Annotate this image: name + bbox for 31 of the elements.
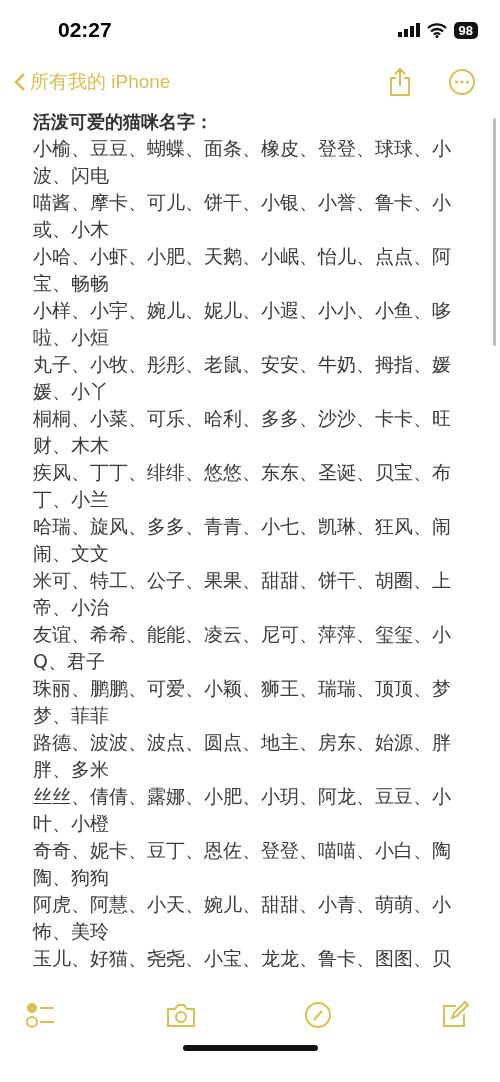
- note-title: 活泼可爱的猫咪名字：: [33, 110, 214, 134]
- note-paragraph: 小榆、豆豆、蝴蝶、面条、橡皮、登登、球球、小波、闪电: [33, 136, 452, 188]
- note-paragraph: 小哈、小虾、小肥、天鹅、小岷、怡儿、点点、阿宝、畅畅: [33, 244, 452, 296]
- markup-button[interactable]: [303, 1000, 334, 1030]
- note-paragraph: 疾风、丁丁、绯绯、悠悠、东东、圣诞、贝宝、布丁、小兰: [33, 460, 452, 512]
- note-paragraph: 路德、波波、波点、圆点、地主、房东、始源、胖胖、多米: [33, 730, 452, 782]
- note-paragraph: 桐桐、小菜、可乐、哈利、多多、沙沙、卡卡、旺财、木木: [33, 406, 452, 458]
- note-paragraph: 友谊、希希、能能、凌云、尼可、萍萍、玺玺、小Q、君子: [33, 622, 452, 674]
- note-paragraph: 哈瑞、旋风、多多、青青、小七、凯琳、狂风、闹闹、文文: [33, 514, 452, 566]
- note-paragraph: 丝丝、倩倩、露娜、小肥、小玥、阿龙、豆豆、小叶、小橙: [33, 784, 452, 836]
- note-paragraph: 奇奇、妮卡、豆丁、恩佐、登登、喵喵、小白、陶陶、狗狗: [33, 838, 452, 890]
- camera-button[interactable]: [164, 1001, 197, 1029]
- signal-icon: [397, 23, 420, 37]
- pen-circle-icon: [303, 1000, 334, 1030]
- more-button[interactable]: [448, 68, 476, 96]
- ellipsis-circle-icon: [448, 68, 476, 96]
- note-paragraph: 小样、小宇、婉儿、妮儿、小遐、小小、小鱼、哆啦、小烜: [33, 298, 452, 350]
- note-paragraph: 丸子、小牧、彤彤、老鼠、安安、牛奶、拇指、媛媛、小丫: [33, 352, 452, 404]
- share-button[interactable]: [388, 67, 412, 97]
- battery-indicator: 98: [453, 21, 478, 39]
- note-paragraph: 珠丽、鹏鹏、可爱、小颖、狮王、瑞瑞、顶顶、梦梦、菲菲: [33, 676, 452, 728]
- share-icon: [388, 67, 412, 97]
- chevron-left-icon: [14, 72, 26, 92]
- wifi-icon: [426, 22, 447, 38]
- status-time: 02:27: [58, 18, 112, 42]
- note-paragraph: 喵酱、摩卡、可儿、饼干、小银、小誉、鲁卡、小或、小木: [33, 190, 452, 242]
- camera-icon: [164, 1001, 197, 1029]
- note-paragraph: 玉儿、好猫、尧尧、小宝、龙龙、鲁卡、图图、贝: [33, 946, 452, 971]
- back-button[interactable]: 所有我的 iPhone: [14, 69, 171, 95]
- note-paragraph: 阿虎、阿慧、小天、婉儿、甜甜、小青、萌萌、小怖、美玲: [33, 892, 452, 944]
- note-paragraph: 米可、特工、公子、果果、甜甜、饼干、胡圈、上帝、小治: [33, 568, 452, 620]
